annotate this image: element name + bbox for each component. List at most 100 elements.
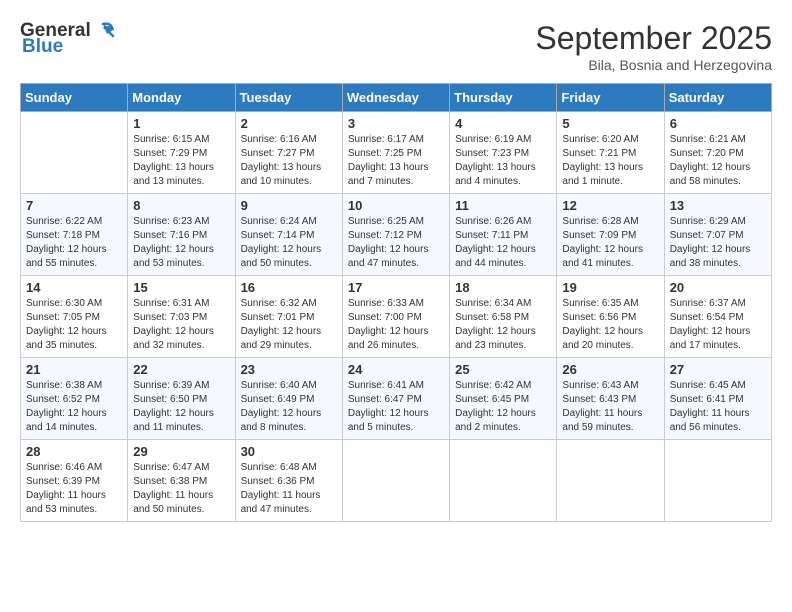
week-row-5: 28Sunrise: 6:46 AMSunset: 6:39 PMDayligh… [21, 440, 772, 522]
day-number: 27 [670, 362, 766, 377]
day-number: 14 [26, 280, 122, 295]
day-info: Sunrise: 6:16 AMSunset: 7:27 PMDaylight:… [241, 133, 337, 189]
calendar-cell: 10Sunrise: 6:25 AMSunset: 7:12 PMDayligh… [342, 194, 449, 276]
day-info: Sunrise: 6:39 AMSunset: 6:50 PMDaylight:… [133, 379, 229, 435]
day-number: 1 [133, 116, 229, 131]
day-number: 10 [348, 198, 444, 213]
calendar-cell [342, 440, 449, 522]
calendar-cell: 9 Sunrise: 6:24 AMSunset: 7:14 PMDaylight… [235, 194, 342, 276]
calendar-cell: 18Sunrise: 6:34 AMSunset: 6:58 PMDayligh… [450, 276, 557, 358]
calendar-cell: 12Sunrise: 6:28 AMSunset: 7:09 PMDayligh… [557, 194, 664, 276]
day-number: 30 [241, 444, 337, 459]
calendar-cell: 2 Sunrise: 6:16 AMSunset: 7:27 PMDaylight… [235, 112, 342, 194]
day-number: 4 [455, 116, 551, 131]
calendar-cell: 3 Sunrise: 6:17 AMSunset: 7:25 PMDaylight… [342, 112, 449, 194]
week-row-3: 14 Sunrise: 6:30 AMSunset: 7:05 PMDayligh… [21, 276, 772, 358]
header-friday: Friday [557, 84, 664, 112]
calendar-cell [557, 440, 664, 522]
calendar-cell: 20 Sunrise: 6:37 AMSunset: 6:54 PMDayligh… [664, 276, 771, 358]
title-block: September 2025 Bila, Bosnia and Herzegov… [535, 20, 772, 73]
day-number: 24 [348, 362, 444, 377]
day-info: Sunrise: 6:43 AMSunset: 6:43 PMDaylight:… [562, 379, 658, 435]
day-number: 29 [133, 444, 229, 459]
day-number: 3 [348, 116, 444, 131]
calendar-cell: 8Sunrise: 6:23 AMSunset: 7:16 PMDaylight… [128, 194, 235, 276]
day-info: Sunrise: 6:38 AMSunset: 6:52 PMDaylight:… [26, 379, 122, 435]
calendar-cell: 26 Sunrise: 6:43 AMSunset: 6:43 PMDayligh… [557, 358, 664, 440]
day-number: 2 [241, 116, 337, 131]
day-number: 6 [670, 116, 766, 131]
day-number: 9 [241, 198, 337, 213]
day-info: Sunrise: 6:47 AMSunset: 6:38 PMDaylight:… [133, 461, 229, 517]
day-info: Sunrise: 6:26 AMSunset: 7:11 PMDaylight:… [455, 215, 551, 271]
day-info: Sunrise: 6:32 AMSunset: 7:01 PMDaylight:… [241, 297, 337, 353]
calendar-cell: 1 Sunrise: 6:15 AMSunset: 7:29 PMDaylight… [128, 112, 235, 194]
calendar-header-row: SundayMondayTuesdayWednesdayThursdayFrid… [21, 84, 772, 112]
day-info: Sunrise: 6:24 AMSunset: 7:14 PMDaylight:… [241, 215, 337, 271]
day-number: 7 [26, 198, 122, 213]
calendar-cell: 5 Sunrise: 6:20 AMSunset: 7:21 PMDaylight… [557, 112, 664, 194]
day-number: 12 [562, 198, 658, 213]
day-number: 20 [670, 280, 766, 295]
day-info: Sunrise: 6:45 AMSunset: 6:41 PMDaylight:… [670, 379, 766, 435]
calendar-cell: 11Sunrise: 6:26 AMSunset: 7:11 PMDayligh… [450, 194, 557, 276]
calendar-cell [450, 440, 557, 522]
day-number: 28 [26, 444, 122, 459]
calendar-cell: 15Sunrise: 6:31 AMSunset: 7:03 PMDayligh… [128, 276, 235, 358]
day-info: Sunrise: 6:17 AMSunset: 7:25 PMDaylight:… [348, 133, 444, 189]
day-info: Sunrise: 6:31 AMSunset: 7:03 PMDaylight:… [133, 297, 229, 353]
calendar-cell: 24 Sunrise: 6:41 AMSunset: 6:47 PMDayligh… [342, 358, 449, 440]
logo-bird-icon [93, 20, 115, 42]
calendar-cell: 19 Sunrise: 6:35 AMSunset: 6:56 PMDayligh… [557, 276, 664, 358]
day-info: Sunrise: 6:15 AMSunset: 7:29 PMDaylight:… [133, 133, 229, 189]
day-number: 23 [241, 362, 337, 377]
location-subtitle: Bila, Bosnia and Herzegovina [535, 57, 772, 73]
day-info: Sunrise: 6:42 AMSunset: 6:45 PMDaylight:… [455, 379, 551, 435]
header-monday: Monday [128, 84, 235, 112]
day-info: Sunrise: 6:19 AMSunset: 7:23 PMDaylight:… [455, 133, 551, 189]
header-thursday: Thursday [450, 84, 557, 112]
calendar-cell: 13 Sunrise: 6:29 AMSunset: 7:07 PMDayligh… [664, 194, 771, 276]
calendar-cell: 29 Sunrise: 6:47 AMSunset: 6:38 PMDayligh… [128, 440, 235, 522]
calendar-cell: 22 Sunrise: 6:39 AMSunset: 6:50 PMDayligh… [128, 358, 235, 440]
week-row-4: 21Sunrise: 6:38 AMSunset: 6:52 PMDayligh… [21, 358, 772, 440]
day-info: Sunrise: 6:29 AMSunset: 7:07 PMDaylight:… [670, 215, 766, 271]
day-info: Sunrise: 6:20 AMSunset: 7:21 PMDaylight:… [562, 133, 658, 189]
day-number: 5 [562, 116, 658, 131]
day-info: Sunrise: 6:48 AMSunset: 6:36 PMDaylight:… [241, 461, 337, 517]
day-number: 25 [455, 362, 551, 377]
day-number: 19 [562, 280, 658, 295]
calendar-cell [664, 440, 771, 522]
page-header: General Blue September 2025 Bila, Bosnia… [20, 20, 772, 73]
header-tuesday: Tuesday [235, 84, 342, 112]
week-row-1: 1 Sunrise: 6:15 AMSunset: 7:29 PMDaylight… [21, 112, 772, 194]
calendar-cell: 6 Sunrise: 6:21 AMSunset: 7:20 PMDaylight… [664, 112, 771, 194]
day-info: Sunrise: 6:41 AMSunset: 6:47 PMDaylight:… [348, 379, 444, 435]
calendar-cell: 7 Sunrise: 6:22 AMSunset: 7:18 PMDaylight… [21, 194, 128, 276]
calendar-cell: 4 Sunrise: 6:19 AMSunset: 7:23 PMDaylight… [450, 112, 557, 194]
calendar-cell: 23 Sunrise: 6:40 AMSunset: 6:49 PMDayligh… [235, 358, 342, 440]
day-info: Sunrise: 6:30 AMSunset: 7:05 PMDaylight:… [26, 297, 122, 353]
day-number: 26 [562, 362, 658, 377]
day-info: Sunrise: 6:34 AMSunset: 6:58 PMDaylight:… [455, 297, 551, 353]
calendar-table: SundayMondayTuesdayWednesdayThursdayFrid… [20, 83, 772, 522]
calendar-cell: 30 Sunrise: 6:48 AMSunset: 6:36 PMDayligh… [235, 440, 342, 522]
day-info: Sunrise: 6:40 AMSunset: 6:49 PMDaylight:… [241, 379, 337, 435]
header-sunday: Sunday [21, 84, 128, 112]
day-info: Sunrise: 6:21 AMSunset: 7:20 PMDaylight:… [670, 133, 766, 189]
calendar-cell: 28Sunrise: 6:46 AMSunset: 6:39 PMDayligh… [21, 440, 128, 522]
calendar-cell [21, 112, 128, 194]
day-info: Sunrise: 6:37 AMSunset: 6:54 PMDaylight:… [670, 297, 766, 353]
day-number: 13 [670, 198, 766, 213]
calendar-cell: 25 Sunrise: 6:42 AMSunset: 6:45 PMDayligh… [450, 358, 557, 440]
calendar-cell: 17Sunrise: 6:33 AMSunset: 7:00 PMDayligh… [342, 276, 449, 358]
header-wednesday: Wednesday [342, 84, 449, 112]
day-info: Sunrise: 6:35 AMSunset: 6:56 PMDaylight:… [562, 297, 658, 353]
logo-blue-text: Blue [20, 36, 63, 58]
day-info: Sunrise: 6:22 AMSunset: 7:18 PMDaylight:… [26, 215, 122, 271]
day-number: 8 [133, 198, 229, 213]
logo: General Blue [20, 20, 115, 58]
day-number: 22 [133, 362, 229, 377]
calendar-cell: 16Sunrise: 6:32 AMSunset: 7:01 PMDayligh… [235, 276, 342, 358]
day-info: Sunrise: 6:33 AMSunset: 7:00 PMDaylight:… [348, 297, 444, 353]
